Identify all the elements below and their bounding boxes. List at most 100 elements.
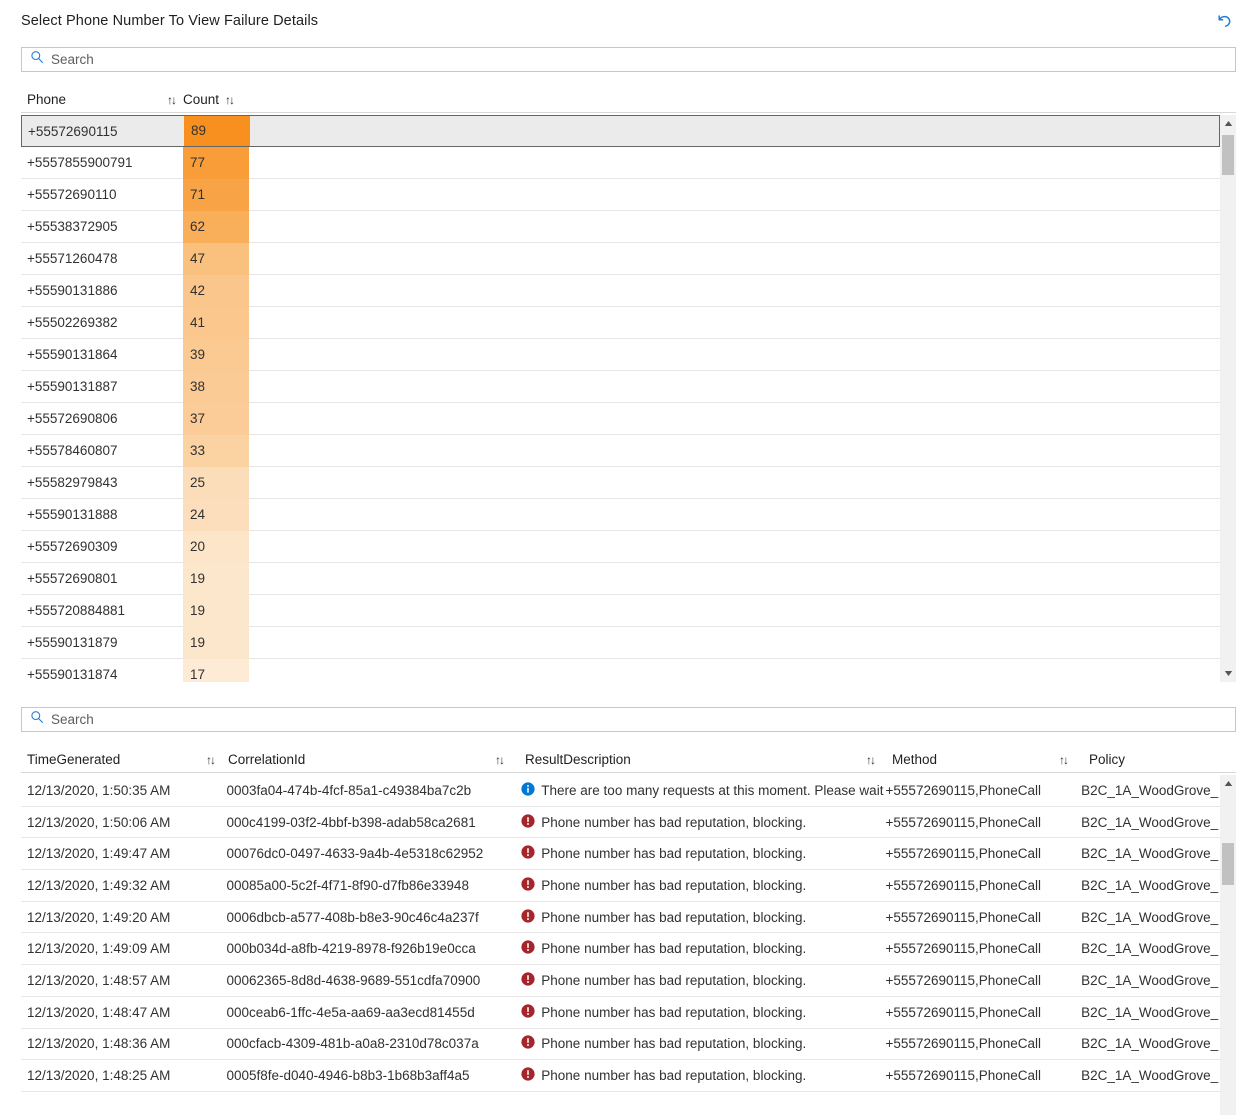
table-row[interactable]: 12/13/2020, 1:48:25 AM 0005f8fe-d040-4946… bbox=[21, 1060, 1220, 1092]
phone-search-box[interactable] bbox=[21, 47, 1236, 72]
table-row[interactable]: +55590131887 38 bbox=[21, 370, 1220, 403]
table-row[interactable]: +55590131886 42 bbox=[21, 274, 1220, 307]
cell-method: +55572690115,PhoneCall bbox=[885, 814, 1042, 830]
table-row[interactable]: +55590131879 19 bbox=[21, 626, 1220, 659]
cell-correlationid: 000b034d-a8fb-4219-8978-f926b19e0cca bbox=[226, 941, 476, 957]
page-title: Select Phone Number To View Failure Deta… bbox=[21, 13, 319, 29]
cell-phone: +55538372905 bbox=[27, 219, 118, 234]
sort-arrows-icon[interactable]: ↑↓ bbox=[495, 753, 505, 767]
cell-count: 38 bbox=[183, 370, 249, 403]
column-header-timegenerated[interactable]: TimeGenerated ↑↓ bbox=[21, 752, 228, 767]
table-row[interactable]: +5557855900791 77 bbox=[21, 146, 1220, 179]
column-header-phone[interactable]: Phone ↑↓ bbox=[21, 92, 183, 107]
column-header-resultdescription[interactable]: ResultDescription ↑↓ bbox=[525, 752, 892, 767]
phones-scroll-thumb[interactable] bbox=[1222, 135, 1234, 175]
phones-vertical-scrollbar[interactable] bbox=[1220, 115, 1236, 682]
undo-arrow-icon[interactable] bbox=[1209, 6, 1239, 36]
scroll-up-arrow-icon[interactable] bbox=[1220, 775, 1236, 792]
table-row[interactable]: +55572690115 89 bbox=[21, 115, 1220, 147]
cell-resultdescription: Phone number has bad reputation, blockin… bbox=[521, 877, 885, 894]
cell-policy: B2C_1A_WoodGrove_ bbox=[1081, 877, 1219, 893]
column-header-correlationid[interactable]: CorrelationId ↑↓ bbox=[228, 752, 525, 767]
sort-arrows-icon[interactable]: ↑↓ bbox=[866, 753, 876, 767]
cell-correlationid: 000cfacb-4309-481b-a0a8-2310d78c037a bbox=[226, 1036, 479, 1052]
cell-resultdescription: Phone number has bad reputation, blockin… bbox=[521, 940, 885, 957]
cell-phone: +55578460807 bbox=[27, 443, 118, 458]
cell-policy: B2C_1A_WoodGrove_ bbox=[1081, 941, 1219, 957]
table-row[interactable]: 12/13/2020, 1:49:09 AM 000b034d-a8fb-4219… bbox=[21, 933, 1220, 966]
table-row[interactable]: 12/13/2020, 1:50:06 AM 000c4199-03f2-4bbf… bbox=[21, 807, 1220, 839]
column-header-policy[interactable]: Policy bbox=[1089, 752, 1229, 767]
resultdescription-text: Phone number has bad reputation, blockin… bbox=[541, 814, 807, 830]
failure-details-panel: Select Phone Number To View Failure Deta… bbox=[0, 0, 1257, 1115]
cell-timegenerated: 12/13/2020, 1:50:35 AM bbox=[27, 782, 171, 798]
logs-search-input[interactable] bbox=[51, 709, 1235, 730]
table-row[interactable]: +555720884881 19 bbox=[21, 594, 1220, 627]
cell-method: +55572690115,PhoneCall bbox=[885, 972, 1042, 988]
table-row[interactable]: +55571260478 47 bbox=[21, 242, 1220, 275]
panel-header: Select Phone Number To View Failure Deta… bbox=[0, 0, 1257, 42]
cell-correlationid: 00062365-8d8d-4638-9689-551cdfa70900 bbox=[226, 972, 481, 988]
sort-arrows-icon[interactable]: ↑↓ bbox=[225, 93, 235, 107]
cell-policy: B2C_1A_WoodGrove_ bbox=[1081, 814, 1219, 830]
cell-count: 89 bbox=[184, 116, 250, 146]
table-row[interactable]: +55502269382 41 bbox=[21, 306, 1220, 339]
cell-resultdescription: Phone number has bad reputation, blockin… bbox=[521, 972, 885, 989]
column-header-count[interactable]: Count ↑↓ bbox=[183, 92, 273, 107]
cell-method: +55572690115,PhoneCall bbox=[885, 941, 1042, 957]
cell-count: 20 bbox=[183, 530, 249, 563]
table-row[interactable]: +55572690806 37 bbox=[21, 402, 1220, 435]
table-row[interactable]: 12/13/2020, 1:50:35 AM 0003fa04-474b-4fcf… bbox=[21, 775, 1220, 807]
phones-row-container: +55572690115 89 +5557855900791 77 +555726901… bbox=[21, 115, 1220, 682]
scroll-up-arrow-icon[interactable] bbox=[1220, 115, 1236, 132]
table-row[interactable]: 12/13/2020, 1:49:47 AM 00076dc0-0497-4633… bbox=[21, 838, 1220, 871]
table-row[interactable]: 12/13/2020, 1:48:47 AM 000ceab6-1ffc-4e5a… bbox=[21, 997, 1220, 1029]
table-row[interactable]: 12/13/2020, 1:48:57 AM 00062365-8d8d-4638… bbox=[21, 965, 1220, 997]
table-row[interactable]: +55572690309 20 bbox=[21, 530, 1220, 563]
cell-method: +55572690115,PhoneCall bbox=[885, 1036, 1042, 1052]
table-row[interactable]: 12/13/2020, 1:49:20 AM 0006dbcb-a577-408b… bbox=[21, 902, 1220, 934]
cell-count: 77 bbox=[183, 146, 249, 179]
sort-arrows-icon[interactable]: ↑↓ bbox=[167, 93, 177, 107]
cell-phone: +55502269382 bbox=[27, 315, 118, 330]
cell-phone: +55590131879 bbox=[27, 635, 118, 650]
cell-method: +55572690115,PhoneCall bbox=[885, 782, 1042, 798]
table-row[interactable]: +55590131874 17 bbox=[21, 658, 1220, 682]
error-circle-icon bbox=[521, 940, 535, 957]
logs-grid-header: TimeGenerated ↑↓ CorrelationId ↑↓ Result… bbox=[21, 745, 1236, 773]
cell-resultdescription: Phone number has bad reputation, blockin… bbox=[521, 1067, 885, 1084]
error-circle-icon bbox=[521, 1035, 535, 1052]
logs-vertical-scrollbar[interactable] bbox=[1220, 775, 1236, 1115]
cell-resultdescription: Phone number has bad reputation, blockin… bbox=[521, 813, 885, 831]
logs-scroll-thumb[interactable] bbox=[1222, 843, 1234, 885]
error-circle-icon bbox=[521, 1004, 535, 1021]
table-row[interactable]: +55590131864 39 bbox=[21, 338, 1220, 371]
resultdescription-text: Phone number has bad reputation, blockin… bbox=[541, 1068, 807, 1084]
search-icon bbox=[30, 710, 44, 729]
table-row[interactable]: +55578460807 33 bbox=[21, 434, 1220, 467]
cell-resultdescription: Phone number has bad reputation, blockin… bbox=[521, 845, 885, 862]
cell-method: +55572690115,PhoneCall bbox=[885, 1068, 1042, 1084]
logs-search-box[interactable] bbox=[21, 707, 1236, 732]
sort-arrows-icon[interactable]: ↑↓ bbox=[1059, 753, 1069, 767]
resultdescription-text: Phone number has bad reputation, blockin… bbox=[541, 941, 807, 957]
table-row[interactable]: +55572690110 71 bbox=[21, 178, 1220, 211]
cell-policy: B2C_1A_WoodGrove_ bbox=[1081, 909, 1219, 925]
column-header-method[interactable]: Method ↑↓ bbox=[892, 752, 1089, 767]
cell-policy: B2C_1A_WoodGrove_ bbox=[1081, 846, 1219, 862]
error-circle-icon bbox=[521, 1067, 535, 1084]
cell-count: 19 bbox=[183, 594, 249, 627]
cell-count: 19 bbox=[183, 562, 249, 595]
table-row[interactable]: +55582979843 25 bbox=[21, 466, 1220, 499]
cell-phone: +55571260478 bbox=[27, 251, 118, 266]
table-row[interactable]: 12/13/2020, 1:48:36 AM 000cfacb-4309-481b… bbox=[21, 1029, 1220, 1061]
cell-timegenerated: 12/13/2020, 1:49:32 AM bbox=[27, 877, 171, 893]
cell-count: 19 bbox=[183, 626, 249, 659]
sort-arrows-icon[interactable]: ↑↓ bbox=[206, 753, 216, 767]
table-row[interactable]: +55590131888 24 bbox=[21, 498, 1220, 531]
phone-search-input[interactable] bbox=[51, 49, 1235, 70]
table-row[interactable]: 12/13/2020, 1:49:32 AM 00085a00-5c2f-4f71… bbox=[21, 870, 1220, 902]
scroll-down-arrow-icon[interactable] bbox=[1220, 665, 1236, 682]
table-row[interactable]: +55572690801 19 bbox=[21, 562, 1220, 595]
table-row[interactable]: +55538372905 62 bbox=[21, 210, 1220, 243]
